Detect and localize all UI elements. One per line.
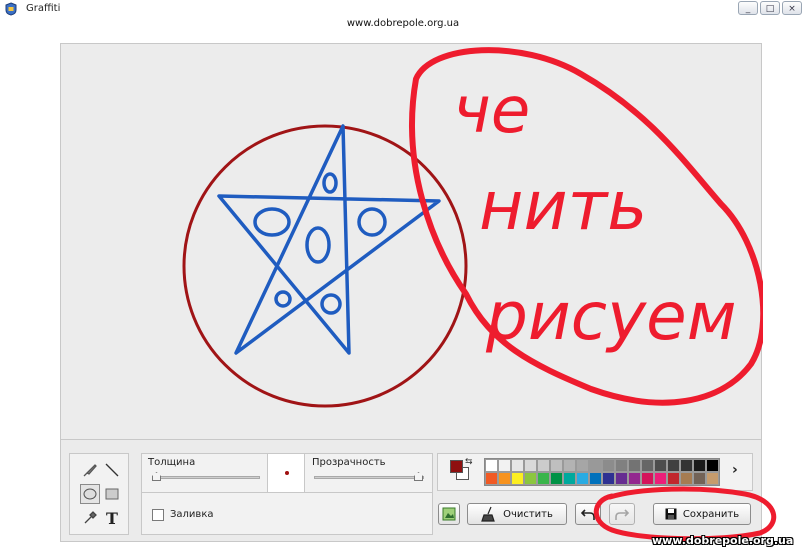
close-icon: × (788, 4, 796, 14)
color-swatch[interactable] (563, 459, 576, 472)
clear-button[interactable]: Очистить (467, 503, 567, 525)
color-swatch[interactable] (498, 472, 511, 485)
window-title: Graffiti (26, 3, 61, 14)
redo-icon (615, 509, 629, 520)
close-button[interactable]: × (782, 1, 802, 15)
color-swatch[interactable] (628, 472, 641, 485)
stroke-preview (267, 454, 305, 492)
color-swatch[interactable] (693, 459, 706, 472)
opacity-slider-thumb[interactable] (414, 472, 423, 481)
broom-icon (481, 506, 495, 522)
color-swatch[interactable] (485, 459, 498, 472)
opacity-slider[interactable] (314, 476, 424, 479)
color-swatch[interactable] (576, 459, 589, 472)
rectangle-tool[interactable] (102, 484, 122, 504)
current-color-swatch[interactable] (450, 460, 463, 473)
color-swatch[interactable] (524, 459, 537, 472)
save-button[interactable]: Сохранить (653, 503, 751, 525)
rectangle-icon (105, 488, 119, 500)
stroke-preview-dot (285, 471, 289, 475)
floppy-icon (665, 508, 677, 520)
color-swatch[interactable] (602, 472, 615, 485)
color-swatch[interactable] (550, 472, 563, 485)
color-swatch[interactable] (680, 472, 693, 485)
color-swatch[interactable] (563, 472, 576, 485)
color-swatch[interactable] (706, 459, 719, 472)
minimize-button[interactable]: _ (738, 1, 758, 15)
color-swatch[interactable] (511, 472, 524, 485)
handwriting-line-2: нить (479, 167, 647, 246)
maximize-button[interactable]: □ (760, 1, 780, 15)
thickness-slider-thumb[interactable] (152, 472, 161, 481)
insert-image-button[interactable] (438, 503, 460, 525)
color-swatch[interactable] (641, 459, 654, 472)
color-swatch[interactable] (667, 472, 680, 485)
color-swatch[interactable] (693, 472, 706, 485)
page-url: www.dobrepole.org.ua (346, 18, 460, 29)
color-swatch[interactable] (498, 459, 511, 472)
handwriting-line-3: рисуем (485, 278, 737, 355)
drawn-star (217, 124, 441, 355)
color-swatch[interactable] (537, 459, 550, 472)
color-swatch[interactable] (602, 459, 615, 472)
swap-colors-icon[interactable]: ⇆ (465, 457, 473, 467)
color-swatch[interactable] (680, 459, 693, 472)
color-swatch[interactable] (641, 472, 654, 485)
color-swatch[interactable] (654, 459, 667, 472)
thickness-label: Толщина (148, 457, 196, 468)
tools-toolbar: T Толщина Прозрачность Заливка ⇆ › Очист… (60, 440, 762, 542)
stroke-properties: Толщина Прозрачность Заливка (141, 453, 433, 535)
color-swatches (484, 458, 720, 486)
eyedropper-icon (84, 511, 97, 524)
handwritten-text: че нить рисуем (453, 74, 737, 355)
color-swatch[interactable] (667, 459, 680, 472)
color-swatch[interactable] (576, 472, 589, 485)
brush-tool[interactable] (80, 460, 100, 480)
save-button-label: Сохранить (682, 508, 740, 520)
text-tool-icon: T (106, 508, 118, 528)
tool-palette: T (69, 453, 129, 535)
color-swatch[interactable] (706, 472, 719, 485)
text-tool[interactable]: T (102, 508, 122, 528)
line-tool[interactable] (102, 460, 122, 480)
color-swatch[interactable] (615, 459, 628, 472)
color-swatch[interactable] (524, 472, 537, 485)
watermark-text: www.dobrepole.org.ua (652, 534, 794, 547)
ellipse-icon (83, 488, 97, 500)
color-swatch[interactable] (628, 459, 641, 472)
divider (142, 492, 432, 493)
color-palette-panel: ⇆ › (437, 453, 753, 491)
color-swatch[interactable] (654, 472, 667, 485)
window-controls: _ □ × (738, 1, 802, 15)
color-swatch[interactable] (615, 472, 628, 485)
drawing-canvas[interactable]: че нить рисуем (60, 43, 763, 440)
thickness-slider[interactable] (152, 476, 260, 479)
line-icon (105, 463, 119, 477)
canvas-drawing: че нить рисуем (182, 47, 763, 408)
maximize-icon: □ (765, 4, 775, 14)
color-swatch[interactable] (589, 459, 602, 472)
redo-button[interactable] (609, 503, 635, 525)
brush-icon (83, 464, 97, 477)
more-colors-button[interactable]: › (732, 462, 738, 478)
undo-button[interactable] (575, 503, 601, 525)
title-bar: Graffiti _ □ × (0, 0, 806, 18)
app-icon (5, 2, 17, 16)
minimize-icon: _ (745, 4, 751, 14)
color-swatch[interactable] (589, 472, 602, 485)
eyedropper-tool[interactable] (80, 508, 100, 528)
opacity-label: Прозрачность (312, 457, 386, 468)
color-swatch[interactable] (550, 459, 563, 472)
color-swatch[interactable] (511, 459, 524, 472)
handwriting-line-1: че (453, 74, 530, 148)
color-swatch[interactable] (485, 472, 498, 485)
image-icon (442, 507, 456, 521)
clear-button-label: Очистить (503, 508, 553, 520)
undo-icon (581, 509, 595, 520)
fill-checkbox[interactable] (152, 509, 164, 521)
color-swatch[interactable] (537, 472, 550, 485)
fill-label: Заливка (170, 509, 214, 520)
ellipse-tool[interactable] (80, 484, 100, 504)
